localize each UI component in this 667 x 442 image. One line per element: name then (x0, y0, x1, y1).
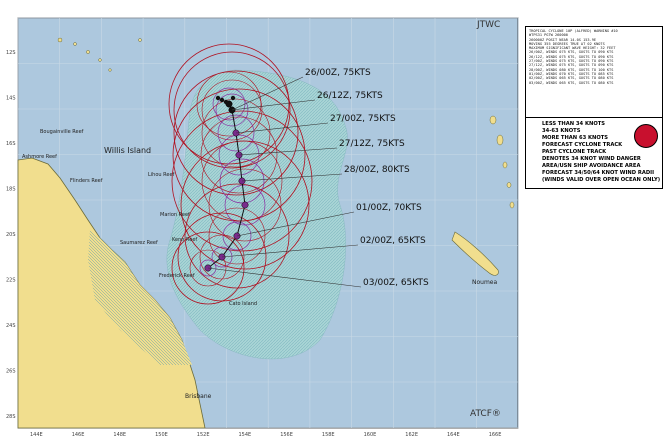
lon-label: 144E (30, 432, 43, 438)
lat-label: 18S (6, 187, 16, 193)
place-name: Brisbane (185, 393, 212, 400)
forecast-label: 28/00Z, 80KTS (344, 165, 410, 175)
lat-label: 28S (6, 414, 16, 420)
lat-label: 12S (6, 50, 16, 56)
legend-item: DENOTES 34 KNOT WIND DANGER (542, 156, 641, 162)
forecast-label: 02/00Z, 65KTS (360, 236, 426, 246)
latitude-labels: 12S 14S 16S 18S 20S 22S 24S 26S 28S (6, 50, 16, 420)
lon-label: 158E (322, 432, 335, 438)
warning-panel: TROPICAL CYCLONE 10P (ALFRED) WARNING #1… (525, 26, 663, 130)
lon-label: 162E (405, 432, 418, 438)
lon-label: 150E (155, 432, 168, 438)
lat-label: 14S (6, 96, 16, 102)
place-name: Kenn Reef (172, 237, 197, 243)
forecast-label: 26/12Z, 75KTS (317, 91, 383, 101)
warning-line: 03/00Z, WINDS 065 KTS, GUSTS TO 080 KTS (529, 80, 614, 85)
lat-label: 20S (6, 232, 16, 238)
forecast-label: 27/00Z, 75KTS (330, 114, 396, 124)
lon-label: 146E (72, 432, 85, 438)
place-name: Marion Reef (160, 212, 190, 218)
lon-label: 164E (447, 432, 460, 438)
place-name: Bougainville Reef (40, 129, 84, 135)
jtwc-seal-icon (634, 124, 658, 148)
legend-item: AREA/USN SHIP AVOIDANCE AREA (542, 163, 641, 169)
past-position-marker (219, 97, 225, 103)
place-name: Cato Island (229, 301, 257, 307)
forecast-label: 26/00Z, 75KTS (305, 68, 371, 78)
lon-label: 154E (239, 432, 252, 438)
atcf-logo: ATCF® (470, 409, 501, 419)
legend-item: PAST CYCLONE TRACK (542, 149, 607, 155)
lat-label: 16S (6, 141, 16, 147)
danger-area (166, 69, 348, 360)
warning-text: TROPICAL CYCLONE 10P (ALFRED) WARNING #1… (526, 27, 662, 119)
legend-item: 34-63 KNOTS (542, 128, 581, 134)
legend-item: (WINDS VALID OVER OPEN OCEAN ONLY) (542, 177, 661, 183)
past-position-marker (215, 95, 221, 101)
legend-item: FORECAST CYCLONE TRACK (542, 142, 623, 148)
lat-label: 24S (6, 323, 16, 329)
place-name: Ashmore Reef (22, 154, 57, 160)
place-name: Noumea (472, 279, 497, 286)
forecast-label: 03/00Z, 65KTS (363, 278, 429, 288)
place-name: Willis Island (104, 146, 151, 155)
map-legend: LESS THAN 34 KNOTS 34-63 KNOTS MORE THAN 6… (525, 117, 663, 189)
longitude-labels: 144E 146E 148E 150E 152E 154E 156E 158E 160E 162E… (30, 432, 501, 438)
lon-label: 166E (489, 432, 502, 438)
place-name: Flinders Reef (70, 178, 103, 184)
agency-label: JTWC (476, 20, 500, 30)
lon-label: 156E (280, 432, 293, 438)
legend-item: LESS THAN 34 KNOTS (542, 121, 606, 127)
forecast-label: 01/00Z, 70KTS (356, 203, 422, 213)
forecast-label: 27/12Z, 75KTS (339, 139, 405, 149)
lat-label: 26S (6, 369, 16, 375)
legend-item: FORECAST 34/50/64 KNOT WIND RADII (542, 170, 655, 176)
forecast-position-marker (241, 201, 249, 209)
past-position-marker (230, 95, 236, 101)
lat-label: 22S (6, 278, 16, 284)
lon-label: 160E (364, 432, 377, 438)
place-name: Frederick Reef (159, 273, 195, 279)
legend-item: MORE THAN 63 KNOTS (542, 135, 609, 141)
lon-label: 152E (197, 432, 210, 438)
place-name: Saumarez Reef (120, 240, 158, 246)
place-name: Lihou Reef (148, 172, 175, 178)
past-position-marker (223, 99, 229, 105)
lon-label: 148E (113, 432, 126, 438)
